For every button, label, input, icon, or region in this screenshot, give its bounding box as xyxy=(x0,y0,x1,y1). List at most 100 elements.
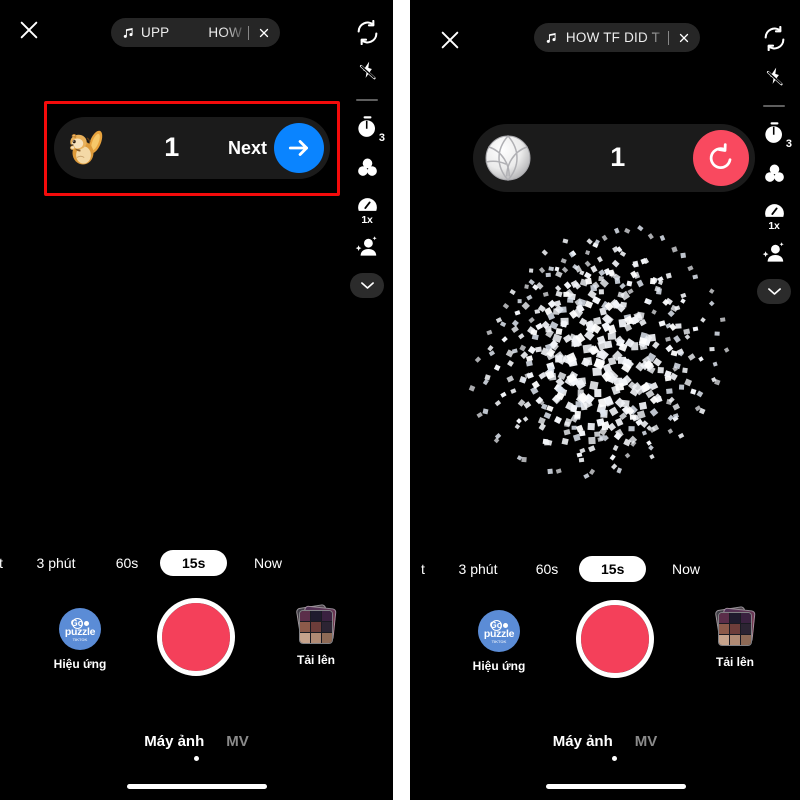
upload-label: Tải lên xyxy=(715,655,754,669)
filters-icon xyxy=(764,164,784,182)
music-pill-divider xyxy=(248,25,249,40)
music-note-icon xyxy=(544,30,558,45)
rail-divider xyxy=(763,105,785,107)
upload-button[interactable]: Tải lên xyxy=(698,605,772,669)
right-capture-controls: Go puzzle TIKTOK Hiệu ứng Tải lên xyxy=(410,600,800,700)
home-indicator xyxy=(127,784,267,789)
speed-value-badge: 1x xyxy=(768,219,780,232)
retake-button[interactable] xyxy=(693,130,749,186)
tab-mv[interactable]: MV xyxy=(226,733,249,750)
effects-label: Hiệu ứng xyxy=(472,659,526,673)
music-note-icon xyxy=(121,25,135,40)
puzzle-word: puzzle xyxy=(483,627,515,640)
timer-icon xyxy=(764,121,782,143)
left-challenge-pill[interactable]: 1 Next xyxy=(54,117,330,179)
filters-icon xyxy=(357,158,377,176)
speed-value-badge: 1x xyxy=(361,213,373,226)
left-capture-controls: Go puzzle TIKTOK Hiệu ứng Tải lên xyxy=(0,598,393,698)
filters-button[interactable] xyxy=(754,153,794,193)
right-top-bar: HOW TF DID T xyxy=(410,0,800,60)
tab-camera[interactable]: Máy ảnh xyxy=(553,733,613,750)
right-phone-screen: HOW TF DID T 3 1x 1 t 3 phút 60s 15s Now… xyxy=(410,0,800,800)
record-button[interactable] xyxy=(157,598,235,676)
flash-toggle-button[interactable] xyxy=(754,58,794,98)
filters-button[interactable] xyxy=(347,147,387,187)
record-button[interactable] xyxy=(576,600,654,678)
flash-off-icon xyxy=(359,61,376,79)
puzzle-effect-icon: Go puzzle TIKTOK xyxy=(478,610,520,652)
take-count: 1 xyxy=(164,131,180,162)
left-duration-selector: t 3 phút 60s 15s Now xyxy=(0,548,393,578)
chipmunk-emoji xyxy=(54,117,116,179)
puzzle-subtitle: TIKTOK xyxy=(491,639,507,645)
duration-option-3[interactable]: 15s xyxy=(579,556,647,582)
duration-option-4[interactable]: Now xyxy=(665,561,707,577)
duration-option-1[interactable]: 3 phút xyxy=(28,555,84,571)
thumb-card-front xyxy=(718,612,752,646)
active-tab-indicator-dot xyxy=(612,756,617,761)
puzzle-word: puzzle xyxy=(64,625,96,638)
tab-camera[interactable]: Máy ảnh xyxy=(144,733,204,750)
right-duration-selector: t 3 phút 60s 15s Now xyxy=(410,554,800,584)
music-title-segment-b: HOW xyxy=(208,25,242,40)
active-tab-indicator-dot xyxy=(194,756,199,761)
effects-label: Hiệu ứng xyxy=(53,657,107,671)
right-challenge-pill[interactable]: 1 xyxy=(473,124,755,192)
timer-button[interactable]: 3 xyxy=(347,107,387,147)
music-pill-divider xyxy=(668,30,669,45)
puzzle-subtitle: TIKTOK xyxy=(72,637,88,643)
next-button[interactable] xyxy=(274,123,324,173)
beauty-person-sparkle-icon xyxy=(355,236,377,256)
music-remove-button[interactable] xyxy=(257,26,271,40)
duration-option-2[interactable]: 60s xyxy=(108,555,146,571)
confetti-particle-effect xyxy=(451,225,747,485)
music-track-pill[interactable]: UPP HOW xyxy=(111,18,280,47)
puzzle-dot xyxy=(502,622,508,628)
music-track-title: UPP HOW xyxy=(141,25,242,40)
effects-button[interactable]: Go puzzle TIKTOK Hiệu ứng xyxy=(462,610,536,673)
arrow-right-icon xyxy=(288,140,308,156)
next-label: Next xyxy=(227,137,267,158)
close-button[interactable] xyxy=(437,27,463,53)
right-camera-tool-rail: 3 1x xyxy=(748,18,800,304)
right-mode-tabs: Máy ảnh MV xyxy=(410,733,800,750)
close-button[interactable] xyxy=(16,17,42,43)
volleyball-emoji xyxy=(473,127,543,189)
left-top-bar: UPP HOW xyxy=(0,0,393,60)
flip-camera-button[interactable] xyxy=(347,12,387,52)
music-track-title: HOW TF DID T xyxy=(564,30,662,45)
beauty-effects-button[interactable] xyxy=(754,233,794,273)
upload-button[interactable]: Tải lên xyxy=(279,603,353,667)
beauty-person-sparkle-icon xyxy=(762,242,784,262)
effects-button[interactable]: Go puzzle TIKTOK Hiệu ứng xyxy=(43,608,117,671)
upload-label: Tải lên xyxy=(296,653,335,667)
duration-option-2[interactable]: 60s xyxy=(528,561,566,577)
more-tools-button[interactable] xyxy=(350,273,384,298)
left-camera-tool-rail: 3 1x xyxy=(341,12,393,298)
take-count: 1 xyxy=(610,141,626,172)
more-tools-button[interactable] xyxy=(757,279,791,304)
timer-value-badge: 3 xyxy=(785,138,792,150)
timer-icon xyxy=(357,115,375,137)
duration-option-1[interactable]: 3 phút xyxy=(450,561,506,577)
flip-camera-button[interactable] xyxy=(754,18,794,58)
chevron-down-icon xyxy=(767,288,781,295)
tab-mv[interactable]: MV xyxy=(635,733,658,750)
duration-option-4[interactable]: Now xyxy=(247,555,289,571)
music-remove-button[interactable] xyxy=(677,31,691,45)
music-track-pill[interactable]: HOW TF DID T xyxy=(534,23,700,52)
duration-option-3[interactable]: 15s xyxy=(160,550,228,576)
flash-toggle-button[interactable] xyxy=(347,52,387,92)
left-phone-screen: UPP HOW 3 1x 1 Next t 3 phút 60s 15s Now… xyxy=(0,0,393,800)
duration-option-0[interactable]: t xyxy=(0,555,8,571)
reset-rotate-icon xyxy=(709,143,732,169)
home-indicator xyxy=(546,784,686,789)
flip-camera-icon xyxy=(764,25,784,51)
music-title-segment-a: UPP xyxy=(141,25,170,40)
duration-option-0[interactable]: t xyxy=(416,561,430,577)
timer-button[interactable]: 3 xyxy=(754,113,794,153)
rail-divider xyxy=(356,99,378,101)
beauty-effects-button[interactable] xyxy=(347,227,387,267)
speed-button[interactable]: 1x xyxy=(754,193,794,233)
speed-button[interactable]: 1x xyxy=(347,187,387,227)
